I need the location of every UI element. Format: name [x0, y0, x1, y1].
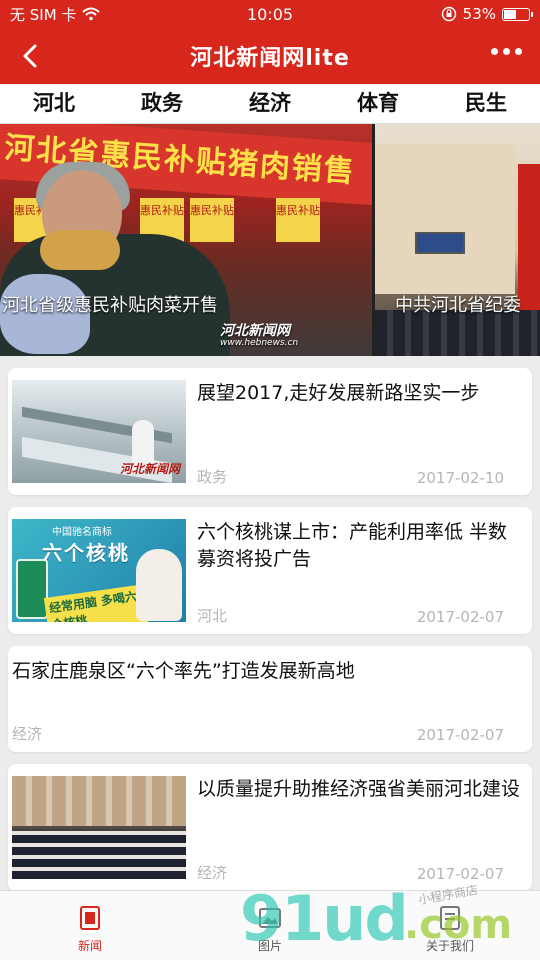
more-dot-icon	[503, 48, 510, 55]
thumb-title: 六个核桃	[42, 541, 130, 565]
news-date: 2017-02-07	[416, 865, 504, 883]
tab-sports[interactable]: 体育	[324, 84, 432, 123]
news-category: 经济	[12, 725, 43, 743]
tab-hebei[interactable]: 河北	[0, 84, 108, 123]
bottom-tab-images[interactable]: 图片	[180, 891, 360, 960]
news-thumbnail: 河北新闻网	[12, 380, 186, 483]
banner-logo-url: www.hebnews.cn	[220, 338, 299, 348]
battery-icon	[502, 7, 533, 21]
banner-photo-screen	[415, 232, 465, 254]
more-options-button[interactable]	[491, 48, 522, 55]
bottom-tab-about[interactable]: 关于我们	[360, 891, 540, 960]
news-date: 2017-02-07	[416, 726, 504, 744]
banner-slide[interactable]: 中共河北省纪委	[375, 124, 540, 356]
banner-caption: 中共河北省纪委	[395, 295, 521, 316]
thumb-shape	[12, 776, 186, 826]
thumb-shape	[12, 831, 186, 879]
banner-carousel[interactable]: 河北省惠民补贴猪肉销售 惠民补贴 惠民补贴 惠民补贴 惠民补贴 河北省级惠民补贴…	[0, 124, 540, 356]
bottom-tab-news[interactable]: 新闻	[0, 891, 180, 960]
banner-logo-text: 河北新闻网	[220, 323, 290, 339]
news-item[interactable]: 中国驰名商标 六个核桃 经常用脑 多喝六个核桃 六个核桃谋上市：产能利用率低 半…	[8, 507, 532, 634]
news-category: 河北	[197, 607, 228, 625]
thumb-slogan: 经常用脑 多喝六个核桃	[43, 584, 149, 622]
news-item[interactable]: 河北新闻网 展望2017,走好发展新路坚实一步 政务 2017-02-10	[8, 368, 532, 495]
news-thumbnail: 中国驰名商标 六个核桃 经常用脑 多喝六个核桃	[12, 519, 186, 622]
banner-logo: 河北新闻网 www.hebnews.cn	[220, 320, 298, 348]
news-item[interactable]: 石家庄鹿泉区“六个率先”打造发展新高地 经济 2017-02-07	[8, 646, 532, 752]
thumb-shape	[136, 549, 182, 621]
news-category: 经济	[197, 864, 228, 882]
banner-poster: 惠民补贴	[190, 198, 234, 242]
news-item[interactable]: 以质量提升助推经济强省美丽河北建设 经济 2017-02-07	[8, 764, 532, 891]
thumb-brand: 中国驰名商标	[52, 527, 112, 538]
about-icon	[440, 906, 460, 930]
tab-livelihood[interactable]: 民生	[432, 84, 540, 123]
bottom-tab-bar: 新闻 图片 关于我们	[0, 890, 540, 960]
banner-slide[interactable]: 河北省惠民补贴猪肉销售 惠民补贴 惠民补贴 惠民补贴 惠民补贴 河北省级惠民补贴…	[0, 124, 372, 356]
news-title: 展望2017,走好发展新路坚实一步	[197, 382, 480, 404]
more-dot-icon	[515, 48, 522, 55]
nav-bar: 河北新闻网lite	[0, 28, 540, 84]
tab-economy[interactable]: 经济	[216, 84, 324, 123]
category-tabs: 河北 政务 经济 体育 民生	[0, 84, 540, 124]
news-date: 2017-02-07	[416, 608, 504, 626]
image-icon	[259, 908, 281, 928]
bottom-tab-label: 关于我们	[425, 939, 474, 953]
bottom-tab-label: 图片	[257, 939, 282, 953]
bottom-tab-label: 新闻	[77, 939, 102, 953]
tab-government[interactable]: 政务	[108, 84, 216, 123]
news-icon	[80, 906, 100, 930]
banner-poster: 惠民补贴	[276, 198, 320, 242]
banner-photo-curtain	[518, 164, 540, 314]
clock: 10:05	[246, 4, 294, 24]
page-title: 河北新闻网lite	[190, 46, 350, 71]
banner-photo-wall	[375, 144, 515, 294]
banner-photo-scarf	[40, 230, 120, 270]
more-dot-icon	[491, 48, 498, 55]
thumb-watermark: 河北新闻网	[120, 462, 181, 476]
banner-caption: 河北省级惠民补贴肉菜开售	[2, 295, 218, 316]
news-thumbnail	[12, 776, 186, 879]
news-title: 石家庄鹿泉区“六个率先”打造发展新高地	[12, 660, 355, 682]
news-category: 政务	[197, 468, 228, 486]
status-bar: 无 SIM 卡 10:05 53%	[0, 0, 540, 28]
news-title: 以质量提升助推经济强省美丽河北建设	[197, 778, 521, 800]
news-list: 河北新闻网 展望2017,走好发展新路坚实一步 政务 2017-02-10 中国…	[8, 368, 532, 903]
thumb-shape	[16, 559, 48, 619]
back-arrow-icon[interactable]	[16, 41, 46, 71]
news-date: 2017-02-10	[416, 469, 504, 487]
news-title: 六个核桃谋上市：产能利用率低 半数募资将投广告	[197, 521, 508, 570]
